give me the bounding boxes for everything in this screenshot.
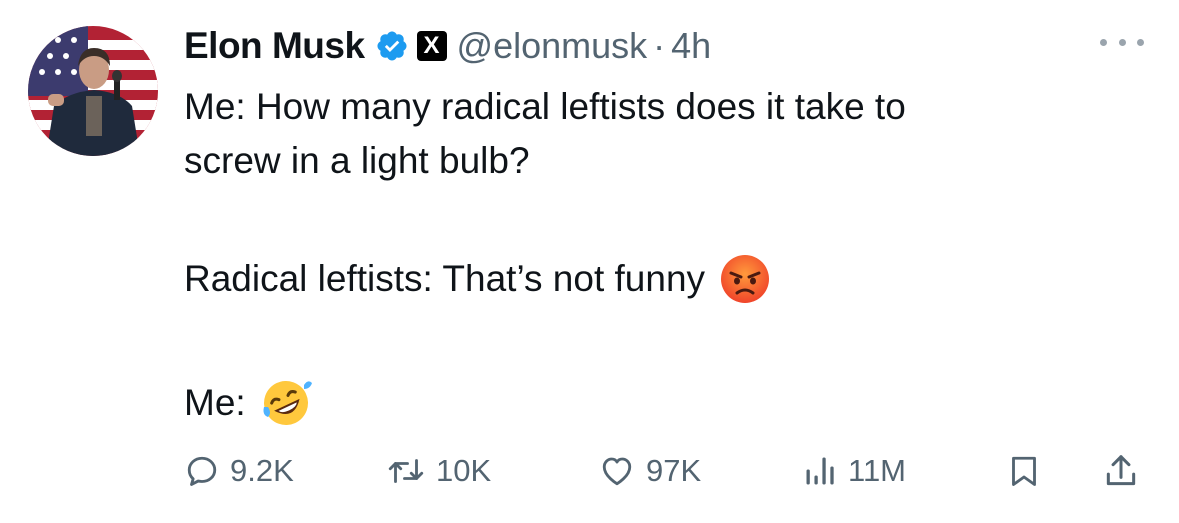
avatar-image (28, 26, 158, 156)
tweet-line-text: Me: How many radical leftists does it ta… (184, 86, 906, 127)
bookmark-button[interactable] (1006, 444, 1042, 498)
more-dot (1137, 38, 1144, 46)
heart-icon (602, 457, 632, 486)
author-handle[interactable]: @elonmusk (457, 25, 648, 67)
share-button[interactable] (1102, 444, 1140, 498)
reply-button[interactable]: 9.2K (184, 444, 294, 498)
tweet-line-text: screw in a light bulb? (184, 140, 530, 181)
repost-button[interactable]: 10K (386, 444, 491, 498)
x-logo-icon[interactable]: X (416, 31, 447, 61)
avatar[interactable] (28, 26, 158, 156)
repost-icon (388, 459, 424, 483)
tweet-header: Elon Musk X @elonmusk · 4h (184, 22, 711, 70)
tweet-line: Radical leftists: That’s not funny (184, 252, 1144, 306)
tweet-line: Me: (184, 376, 1144, 430)
tweet-text: Me: How many radical leftists does it ta… (184, 80, 1144, 430)
more-options-icon[interactable] (1100, 32, 1144, 52)
separator-dot: · (653, 25, 666, 66)
reply-count: 9.2K (230, 453, 294, 488)
views-button[interactable]: 11M (802, 444, 906, 498)
more-dot (1118, 38, 1126, 46)
verified-badge-icon[interactable] (375, 29, 409, 63)
author-name[interactable]: Elon Musk (184, 25, 365, 67)
repost-count: 10K (436, 453, 492, 488)
reply-icon (187, 456, 217, 486)
analytics-icon (806, 457, 834, 485)
more-dot (1100, 38, 1107, 46)
tweet-line: Me: How many radical leftists does it ta… (184, 80, 1144, 134)
views-count: 11M (848, 453, 907, 488)
angry-face-emoji (719, 253, 771, 305)
rolling-on-floor-laughing-emoji (260, 377, 312, 429)
tweet-line-text: Me: (184, 382, 246, 423)
share-icon (1106, 455, 1136, 486)
tweet-line: screw in a light bulb? (184, 134, 1144, 188)
tweet-line-text: Radical leftists: That’s not funny (184, 258, 706, 299)
timestamp[interactable]: 4h (671, 25, 711, 67)
action-bar: 9.2K 10K 97K 11M (184, 444, 1144, 498)
like-count: 97K (646, 453, 702, 488)
bookmark-icon (1012, 456, 1036, 486)
like-button[interactable]: 97K (598, 444, 701, 498)
